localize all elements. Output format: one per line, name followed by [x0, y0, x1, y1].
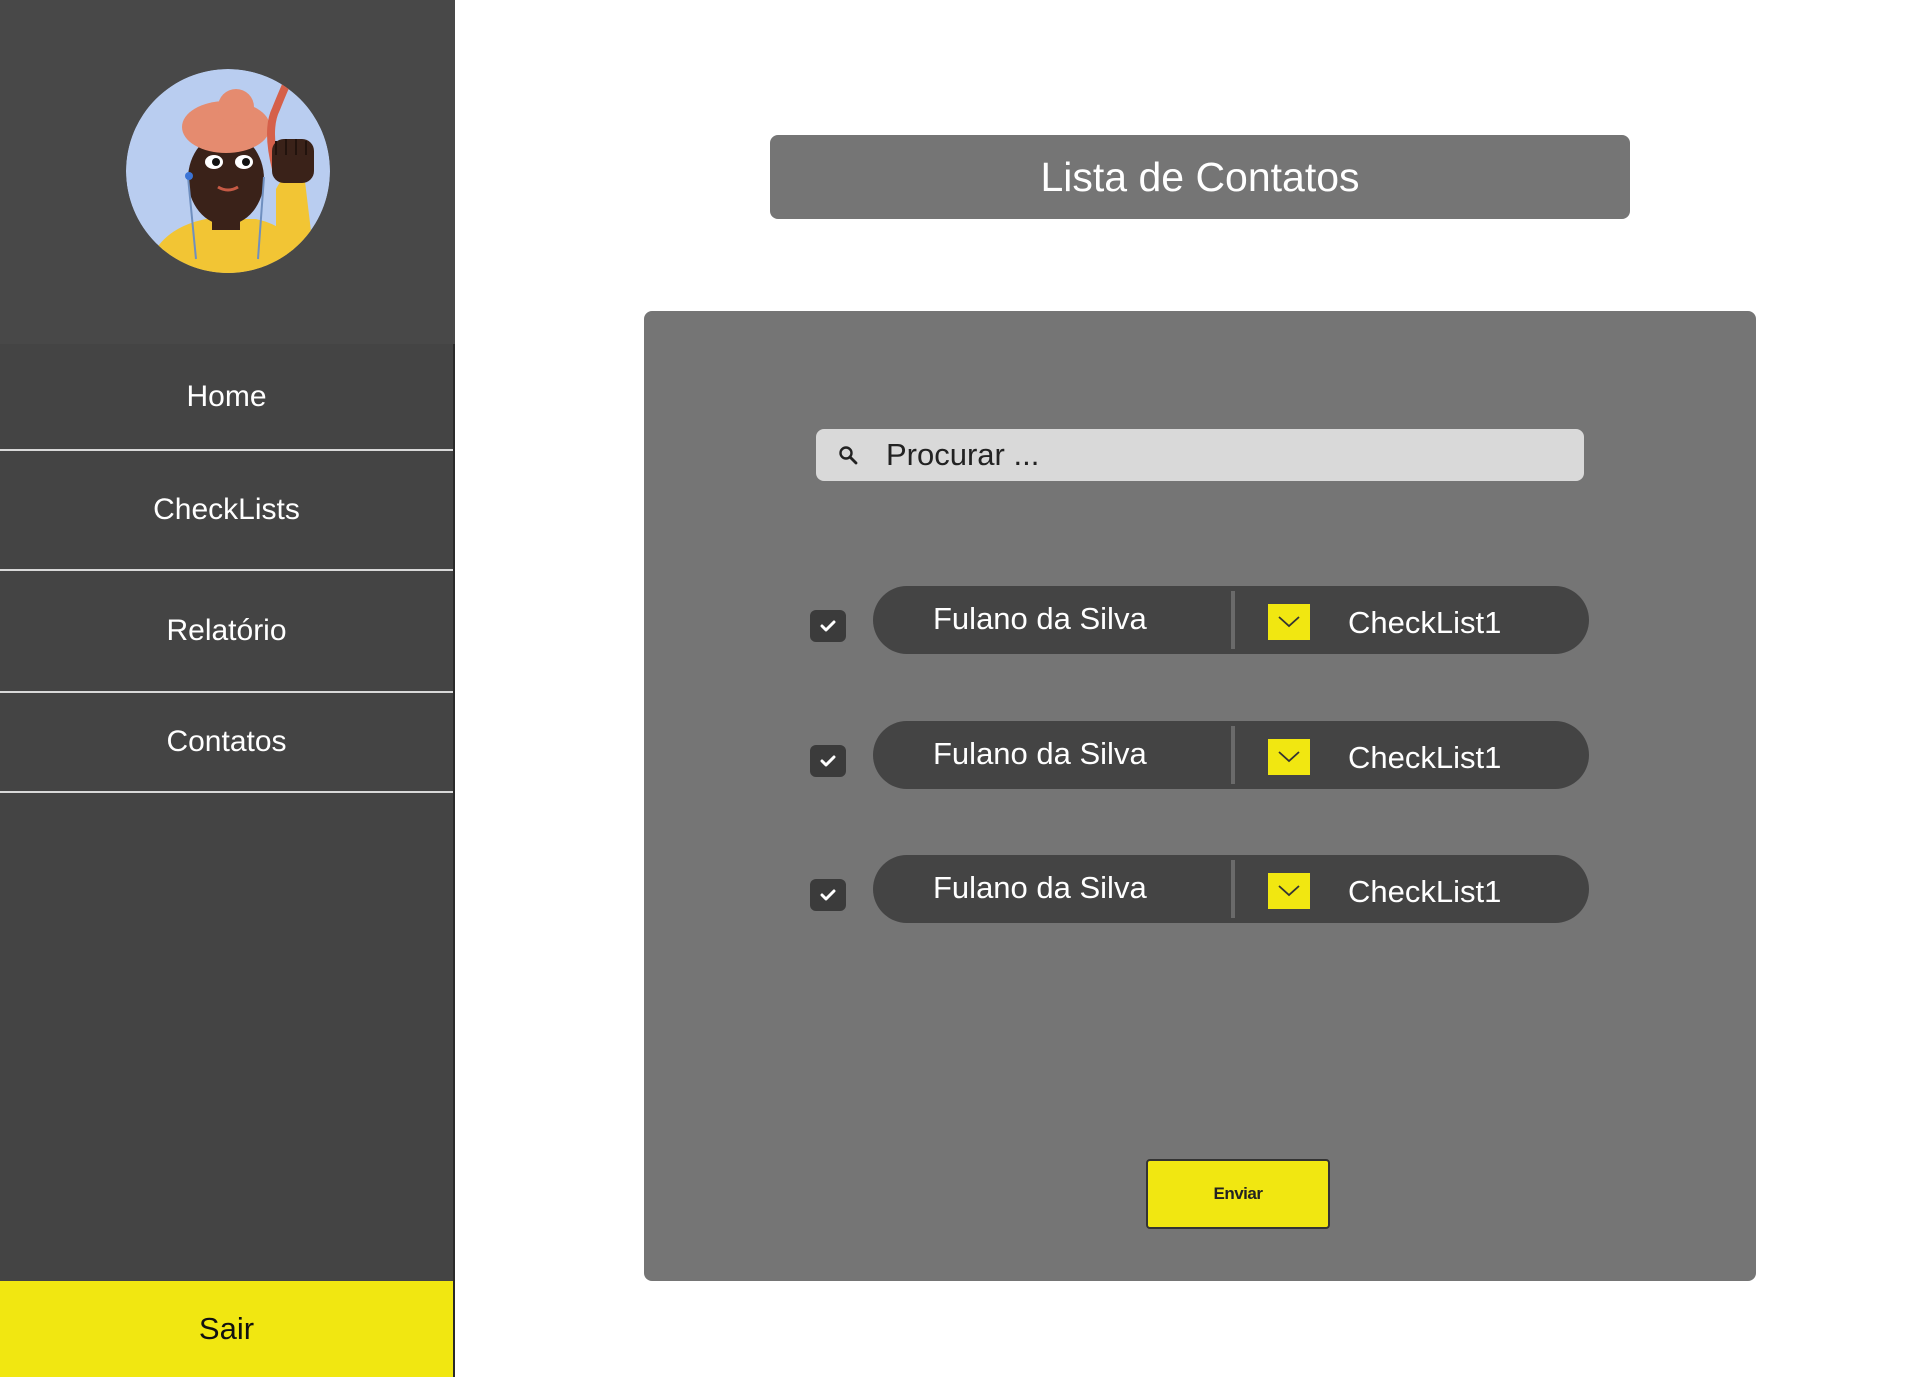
search-bar[interactable] [816, 429, 1584, 481]
contacts-panel: Fulano da Silva CheckList1 Fulano da Sil… [644, 311, 1756, 1281]
divider [1231, 726, 1235, 784]
divider [1231, 591, 1235, 649]
profile-area [0, 0, 455, 344]
contact-pill: Fulano da Silva CheckList1 [873, 586, 1589, 654]
checklist-dropdown-toggle[interactable] [1268, 873, 1310, 909]
contact-pill: Fulano da Silva CheckList1 [873, 721, 1589, 789]
contact-checkbox[interactable] [810, 745, 846, 777]
checklist-selected[interactable]: CheckList1 [1348, 855, 1501, 923]
avatar-illustration [126, 69, 330, 273]
checkmark-icon [820, 620, 836, 632]
chevron-down-icon [1278, 616, 1300, 628]
nav-item-home[interactable]: Home [0, 344, 453, 451]
contact-name: Fulano da Silva [933, 601, 1147, 636]
checklist-dropdown-toggle[interactable] [1268, 739, 1310, 775]
nav-item-relatorio[interactable]: Relatório [0, 571, 453, 693]
logout-button[interactable]: Sair [0, 1281, 453, 1377]
checkmark-icon [820, 889, 836, 901]
sidebar: Home CheckLists Relatório Contatos Sair [0, 0, 455, 1377]
contact-row: Fulano da Silva CheckList1 [810, 586, 1590, 654]
chevron-down-icon [1278, 885, 1300, 897]
checkmark-icon [820, 755, 836, 767]
checklist-selected[interactable]: CheckList1 [1348, 586, 1501, 654]
sidebar-nav: Home CheckLists Relatório Contatos [0, 344, 453, 793]
contact-name: Fulano da Silva [933, 870, 1147, 905]
search-input[interactable] [884, 436, 1568, 474]
page-title: Lista de Contatos [770, 135, 1630, 219]
contact-checkbox[interactable] [810, 610, 846, 642]
nav-item-contatos[interactable]: Contatos [0, 693, 453, 793]
nav-item-checklists[interactable]: CheckLists [0, 451, 453, 571]
divider [1231, 860, 1235, 918]
contact-row: Fulano da Silva CheckList1 [810, 855, 1590, 923]
contact-pill: Fulano da Silva CheckList1 [873, 855, 1589, 923]
send-button[interactable]: Enviar [1146, 1159, 1330, 1229]
checklist-dropdown-toggle[interactable] [1268, 604, 1310, 640]
contact-checkbox[interactable] [810, 879, 846, 911]
search-icon [836, 443, 860, 467]
contact-row: Fulano da Silva CheckList1 [810, 721, 1590, 789]
chevron-down-icon [1278, 751, 1300, 763]
checklist-selected[interactable]: CheckList1 [1348, 721, 1501, 789]
avatar[interactable] [126, 69, 330, 273]
contact-name: Fulano da Silva [933, 736, 1147, 771]
